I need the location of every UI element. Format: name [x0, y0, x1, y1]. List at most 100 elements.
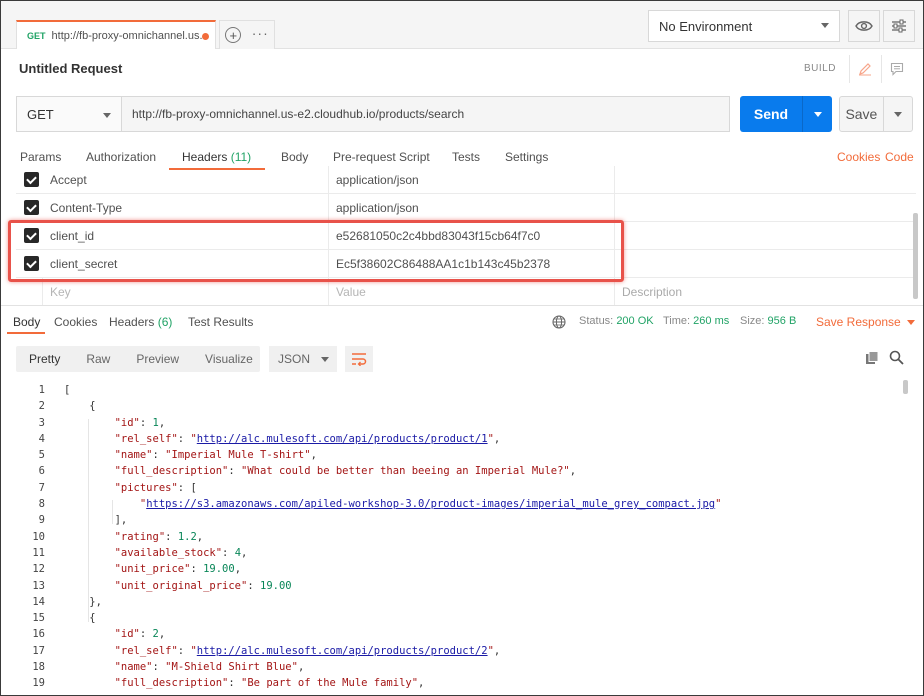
tab-headers[interactable]: Headers (11)	[182, 150, 251, 164]
line-number: 13	[32, 579, 45, 592]
code-text: ],	[64, 514, 128, 527]
send-button-group: Send	[740, 96, 832, 132]
code-line: 14 },	[1, 594, 901, 610]
code-text: "id": 1,	[114, 416, 166, 429]
comments-button[interactable]	[881, 55, 911, 83]
size-value: 956 B	[767, 315, 797, 327]
save-button[interactable]: Save	[840, 97, 883, 131]
edit-request-button[interactable]	[849, 55, 879, 83]
header-key[interactable]: Accept	[50, 173, 87, 187]
header-value[interactable]: Ec5f38602C86488AA1c1b143c45b2378	[336, 257, 550, 271]
manage-environments-button[interactable]	[883, 10, 915, 42]
checkbox-checked-icon[interactable]	[24, 172, 39, 187]
header-value[interactable]: application/json	[336, 201, 419, 215]
tab-controls: + ···	[219, 20, 275, 49]
code-text: "https://s3.amazonaws.com/apiled-worksho…	[139, 498, 722, 511]
code-line: 18 "name": "M-Shield Shirt Blue",	[1, 659, 901, 675]
url-bar: GET http://fb-proxy-omnichannel.us-e2.cl…	[16, 96, 730, 132]
format-select[interactable]: JSON	[269, 346, 337, 372]
time-info[interactable]: Time: 260 ms	[663, 315, 729, 327]
save-response-button[interactable]: Save Response	[816, 315, 915, 329]
table-row: Accept application/json	[16, 166, 916, 194]
chevron-down-icon	[893, 111, 902, 117]
code-link[interactable]: Code	[885, 150, 914, 164]
unsaved-dot-icon	[202, 33, 209, 40]
table-row: client_id e52681050c2c4bbd83043f15cb64f7…	[16, 222, 916, 250]
line-number: 17	[32, 644, 45, 657]
more-tabs-icon[interactable]: ···	[252, 25, 269, 41]
header-value[interactable]: e52681050c2c4bbd83043f15cb64f7c0	[336, 229, 540, 243]
tab-method: GET	[27, 30, 46, 41]
code-line: 9 ],	[1, 512, 901, 528]
tab-authorization[interactable]: Authorization	[86, 150, 156, 164]
header-value[interactable]: application/json	[336, 173, 419, 187]
tab-settings[interactable]: Settings	[505, 150, 548, 164]
active-response-tab-indicator	[7, 332, 45, 334]
code-line: 12 "unit_price": 19.00,	[1, 561, 901, 577]
code-line: 6 "full_description": "What could be bet…	[1, 463, 901, 479]
save-response-label: Save Response	[816, 315, 901, 329]
checkbox-checked-icon[interactable]	[24, 200, 39, 215]
send-button[interactable]: Send	[740, 96, 802, 132]
table-row: Content-Type application/json	[16, 194, 916, 222]
environment-select[interactable]: No Environment	[648, 10, 840, 42]
search-icon[interactable]	[889, 350, 904, 365]
view-preview[interactable]: Preview	[123, 346, 192, 372]
code-text: "name": "Imperial Mule T-shirt",	[114, 449, 317, 462]
headers-scrollbar[interactable]	[913, 213, 918, 299]
chevron-down-icon	[821, 23, 829, 28]
code-line: 11 "available_stock": 4,	[1, 545, 901, 561]
code-line: 8 "https://s3.amazonaws.com/apiled-works…	[1, 496, 901, 512]
response-tab-cookies[interactable]: Cookies	[54, 315, 97, 329]
tab-body[interactable]: Body	[281, 150, 308, 164]
code-line: 10 "rating": 1.2,	[1, 529, 901, 545]
line-number: 3	[38, 416, 45, 429]
tab-params[interactable]: Params	[20, 150, 61, 164]
chevron-down-icon	[813, 111, 822, 117]
copy-icon[interactable]	[865, 351, 879, 365]
size-info[interactable]: Size: 956 B	[740, 315, 796, 327]
response-tab-body[interactable]: Body	[13, 315, 40, 329]
response-tab-headers[interactable]: Headers (6)	[109, 315, 172, 329]
view-mode-bar: Pretty Raw Preview Visualize	[16, 346, 260, 372]
environment-quick-look-button[interactable]	[848, 10, 880, 42]
code-text: {	[64, 612, 96, 625]
new-tab-plus-icon[interactable]: +	[225, 27, 242, 43]
line-number: 12	[32, 563, 45, 576]
response-code-view[interactable]: 1[2 {3 "id": 1, 4 "rel_self": "http://alc…	[1, 382, 901, 695]
method-select[interactable]: GET	[17, 97, 122, 131]
cookies-link[interactable]: Cookies	[837, 150, 880, 164]
code-text: "id": 2,	[114, 628, 166, 641]
pencil-icon	[858, 63, 871, 76]
tab-headers-count: (11)	[230, 150, 252, 164]
header-key[interactable]: client_secret	[50, 257, 117, 271]
response-scrollbar[interactable]	[903, 380, 908, 394]
view-visualize[interactable]: Visualize	[192, 346, 266, 372]
tab-headers-label: Headers	[182, 150, 228, 164]
checkbox-checked-icon[interactable]	[24, 256, 39, 271]
header-key[interactable]: Content-Type	[50, 201, 122, 215]
status-info[interactable]: Status: 200 OK	[579, 315, 654, 327]
new-value-input[interactable]: Value	[336, 285, 366, 299]
send-options-button[interactable]	[802, 96, 832, 132]
chevron-down-icon	[321, 357, 329, 362]
header-key[interactable]: client_id	[50, 229, 94, 243]
response-tab-test-results[interactable]: Test Results	[188, 315, 253, 329]
wrap-lines-button[interactable]	[345, 346, 373, 372]
time-label: Time:	[663, 315, 691, 327]
new-key-input[interactable]: Key	[50, 285, 71, 299]
request-title[interactable]: Untitled Request	[19, 61, 122, 76]
response-tab-headers-label: Headers	[109, 315, 155, 329]
save-options-button[interactable]	[882, 97, 912, 131]
tab-pre-request-script[interactable]: Pre-request Script	[333, 150, 430, 164]
view-pretty[interactable]: Pretty	[16, 346, 73, 372]
new-description-input[interactable]: Description	[622, 285, 682, 299]
line-number: 19	[32, 677, 45, 690]
checkbox-checked-icon[interactable]	[24, 228, 39, 243]
request-tab[interactable]: GET http://fb-proxy-omnichannel.us...	[16, 20, 216, 49]
tab-tests[interactable]: Tests	[452, 150, 480, 164]
view-raw[interactable]: Raw	[73, 346, 123, 372]
globe-icon[interactable]	[552, 315, 566, 329]
url-input[interactable]: http://fb-proxy-omnichannel.us-e2.cloudh…	[122, 97, 729, 131]
code-line: 7 "pictures": [	[1, 480, 901, 496]
